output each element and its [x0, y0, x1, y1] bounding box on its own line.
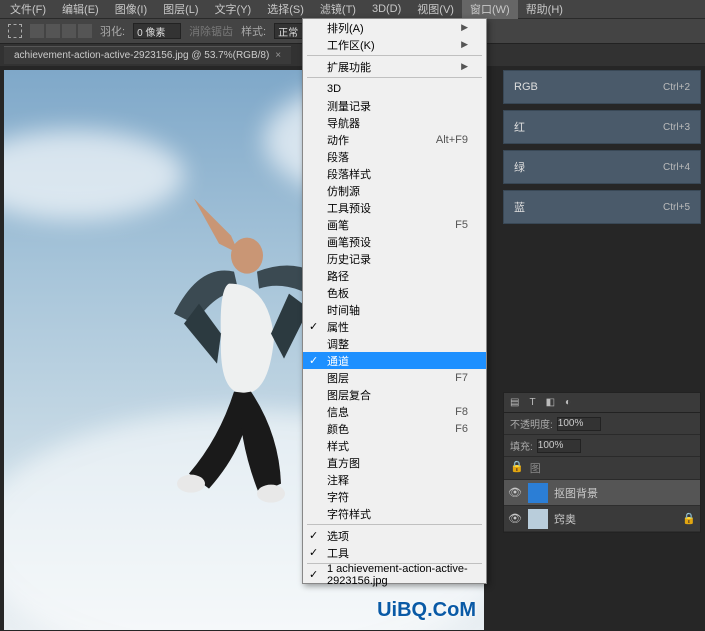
menu-item[interactable]: 工作区(K)▶	[303, 36, 486, 53]
menu-item[interactable]: 字符	[303, 488, 486, 505]
menu-item[interactable]: ✓属性	[303, 318, 486, 335]
marquee-tool-icon[interactable]	[8, 24, 22, 38]
menu-item[interactable]: 颜色F6	[303, 420, 486, 437]
menu-item[interactable]: 色板	[303, 284, 486, 301]
menu-layer[interactable]: 图层(L)	[155, 0, 206, 19]
menu-item[interactable]: 画笔F5	[303, 216, 486, 233]
menu-item[interactable]: 图层复合	[303, 386, 486, 403]
menu-window[interactable]: 窗口(W)	[462, 0, 518, 19]
menu-item[interactable]: 3D	[303, 80, 486, 97]
menu-item[interactable]: 注释	[303, 471, 486, 488]
menu-item[interactable]: 图层F7	[303, 369, 486, 386]
selection-mode-icons[interactable]	[30, 24, 92, 38]
menu-item[interactable]: ✓工具	[303, 544, 486, 561]
opacity-input[interactable]	[557, 417, 601, 431]
menu-item[interactable]: 扩展功能▶	[303, 58, 486, 75]
menu-view[interactable]: 视图(V)	[409, 0, 462, 19]
kind-filter-icon2[interactable]: ◧	[546, 397, 555, 408]
lock-icon: 🔒	[682, 512, 696, 525]
menu-bar: 文件(F) 编辑(E) 图像(I) 图层(L) 文字(Y) 选择(S) 滤镜(T…	[0, 0, 705, 18]
menu-item[interactable]: ✓通道	[303, 352, 486, 369]
visibility-icon[interactable]: 👁	[508, 486, 522, 499]
layer-name: 窍奥	[554, 511, 576, 527]
visibility-icon[interactable]: 👁	[508, 512, 522, 525]
menu-item[interactable]: 信息F8	[303, 403, 486, 420]
channel-green[interactable]: 绿Ctrl+4	[503, 150, 701, 184]
menu-filter[interactable]: 滤镜(T)	[312, 0, 364, 19]
feather-input[interactable]	[133, 23, 181, 39]
menu-file[interactable]: 文件(F)	[2, 0, 54, 19]
menu-item[interactable]: ✓选项	[303, 527, 486, 544]
lock-icon[interactable]: 🔒	[510, 460, 524, 476]
document-tab[interactable]: achievement-action-active-2923156.jpg @ …	[4, 46, 291, 64]
style-label: 样式:	[241, 23, 266, 39]
kind-filter-icon3[interactable]: ◐	[565, 397, 571, 408]
layers-tab-icon[interactable]: ▤	[510, 397, 519, 408]
channel-blue[interactable]: 蓝Ctrl+5	[503, 190, 701, 224]
menu-item[interactable]: 导航器	[303, 114, 486, 131]
menu-image[interactable]: 图像(I)	[107, 0, 155, 19]
menu-item[interactable]: ✓1 achievement-action-active-2923156.jpg	[303, 566, 486, 583]
layer-thumbnail[interactable]	[528, 483, 548, 503]
close-icon[interactable]: ×	[275, 50, 281, 61]
menu-item[interactable]: 仿制源	[303, 182, 486, 199]
opacity-label: 不透明度:	[510, 416, 553, 431]
layer-thumbnail[interactable]	[528, 509, 548, 529]
menu-item[interactable]: 工具预设	[303, 199, 486, 216]
menu-item[interactable]: 历史记录	[303, 250, 486, 267]
watermark: UiBQ.CoM	[377, 599, 476, 622]
menu-item[interactable]: 动作Alt+F9	[303, 131, 486, 148]
window-menu-dropdown[interactable]: 排列(A)▶工作区(K)▶ 扩展功能▶ 3D测量记录导航器动作Alt+F9段落段落样…	[302, 18, 487, 584]
menu-item[interactable]: 调整	[303, 335, 486, 352]
channel-rgb[interactable]: RGBCtrl+2	[503, 70, 701, 104]
layers-panel: ▤ T ◧ ◐ 不透明度: 填充: 🔒 图 👁 抠图背景 👁 窍奥 🔒	[503, 392, 701, 533]
menu-item[interactable]: 排列(A)▶	[303, 19, 486, 36]
channel-red[interactable]: 红Ctrl+3	[503, 110, 701, 144]
kind-filter-icon[interactable]: T	[529, 397, 535, 408]
tab-title: achievement-action-active-2923156.jpg @ …	[14, 50, 269, 61]
feather-label: 羽化:	[100, 23, 125, 39]
layer-row[interactable]: 👁 抠图背景	[504, 480, 700, 506]
menu-item[interactable]: 段落样式	[303, 165, 486, 182]
menu-item[interactable]: 画笔预设	[303, 233, 486, 250]
layer-name: 抠图背景	[554, 485, 598, 501]
menu-3d[interactable]: 3D(D)	[364, 1, 409, 17]
menu-item[interactable]: 直方图	[303, 454, 486, 471]
menu-select[interactable]: 选择(S)	[259, 0, 312, 19]
menu-item[interactable]: 样式	[303, 437, 486, 454]
menu-item[interactable]: 路径	[303, 267, 486, 284]
menu-help[interactable]: 帮助(H)	[518, 0, 571, 19]
fill-input[interactable]	[537, 439, 581, 453]
channels-panel: RGBCtrl+2 红Ctrl+3 绿Ctrl+4 蓝Ctrl+5	[503, 70, 701, 230]
menu-item[interactable]: 时间轴	[303, 301, 486, 318]
menu-edit[interactable]: 编辑(E)	[54, 0, 107, 19]
fill-label: 填充:	[510, 438, 533, 453]
tab-label[interactable]: 图	[530, 460, 541, 476]
menu-type[interactable]: 文字(Y)	[207, 0, 260, 19]
menu-item[interactable]: 测量记录	[303, 97, 486, 114]
layer-row[interactable]: 👁 窍奥 🔒	[504, 506, 700, 532]
menu-item[interactable]: 字符样式	[303, 505, 486, 522]
antialias-checkbox[interactable]: 消除锯齿	[189, 23, 233, 39]
menu-item[interactable]: 段落	[303, 148, 486, 165]
